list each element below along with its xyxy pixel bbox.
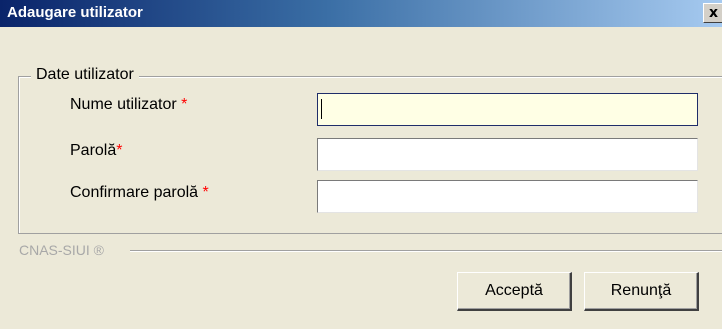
required-marker: * [116,142,123,159]
close-button[interactable]: x [703,3,722,23]
confirm-password-label: Confirmare parolă * [70,184,209,201]
text-caret [321,99,322,119]
required-marker: * [202,184,209,201]
close-icon: x [709,5,719,21]
required-marker: * [181,96,188,113]
footer-divider [130,250,722,252]
group-label: Date utilizator [31,64,139,86]
window-title: Adaugare utilizator [7,4,143,21]
username-input[interactable] [317,93,698,126]
title-bar[interactable]: Adaugare utilizator [0,0,722,27]
brand-label: CNAS-SIUI ® [19,242,104,258]
password-label: Parolă* [70,142,123,159]
confirm-password-input[interactable] [317,180,698,213]
dialog-window: Adaugare utilizator x Date utilizator Nu… [0,0,722,329]
cancel-button[interactable]: Renunţă [584,272,699,311]
username-label: Nume utilizator * [70,96,188,113]
password-input[interactable] [317,138,698,171]
accept-button[interactable]: Acceptă [457,272,572,311]
